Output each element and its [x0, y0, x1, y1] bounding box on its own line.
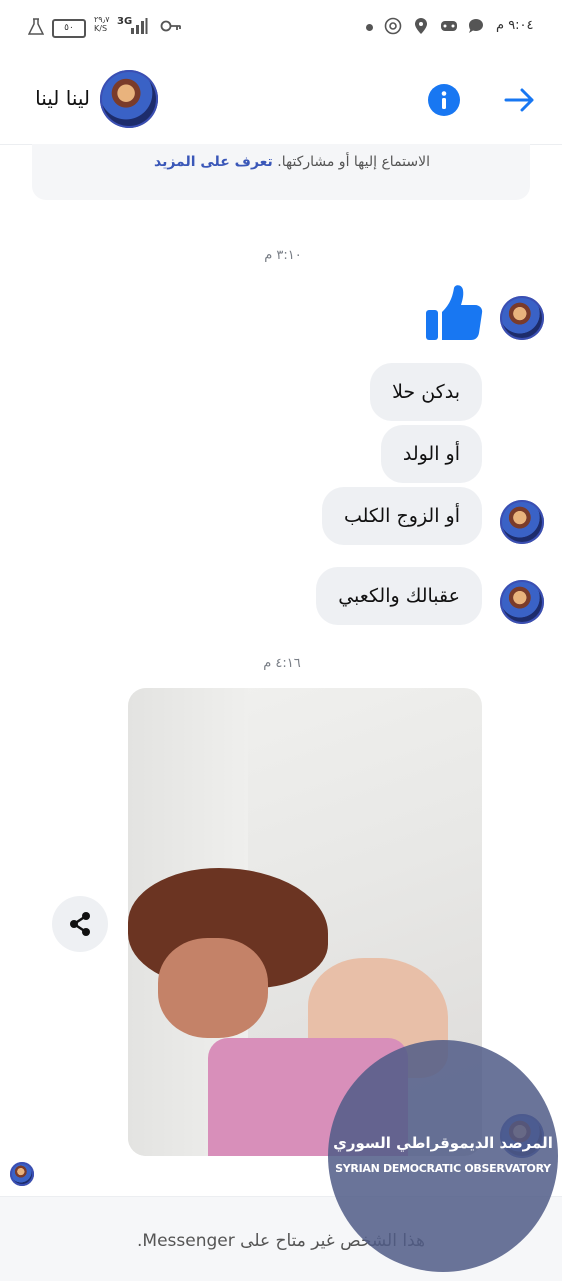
share-button[interactable]	[52, 896, 108, 952]
message-bubble[interactable]: أو الولد	[380, 425, 482, 483]
arrow-right-icon	[504, 88, 534, 112]
notice-text-row: الاستماع إليها أو مشاركتها. تعرف على الم…	[154, 154, 430, 170]
chat-header: لينا لينا	[0, 58, 562, 145]
sender-avatar[interactable]	[500, 296, 544, 340]
chat-bubble-icon	[469, 19, 483, 33]
watermark-arabic: المرصد الديموقراطي السوري	[333, 1134, 553, 1152]
back-button[interactable]	[500, 80, 540, 120]
info-button[interactable]	[428, 84, 460, 116]
thumbs-up-icon[interactable]	[422, 282, 484, 344]
watermark-english: SYRIAN DEMOCRATIC OBSERVATORY	[335, 1162, 551, 1175]
message-bubble[interactable]: عقبالك والكعبي	[316, 567, 482, 625]
message-bubble[interactable]: بدكن حلا	[370, 363, 482, 421]
sender-avatar[interactable]	[500, 500, 544, 544]
battery-icon: ٥٠	[52, 19, 86, 38]
threads-icon	[384, 17, 402, 35]
learn-more-link[interactable]: تعرف على المزيد	[154, 154, 273, 170]
location-icon	[415, 18, 427, 34]
seen-avatar	[10, 1162, 34, 1186]
message-bubble[interactable]: أو الزوج الكلب	[321, 487, 482, 545]
contact-name[interactable]: لينا لينا	[18, 86, 90, 110]
flask-icon	[28, 18, 44, 35]
battery-level: ٥٠	[64, 23, 74, 33]
share-icon	[70, 912, 90, 936]
status-bar: ٩:٠٤ م ٥٠ ٢٩٫٧ K/S 3G	[0, 0, 562, 58]
notice-text: الاستماع إليها أو مشاركتها.	[277, 154, 430, 170]
timestamp: ٤:١٦ م	[263, 656, 301, 671]
status-time: ٩:٠٤ م	[496, 18, 534, 33]
info-notice: الاستماع إليها أو مشاركتها. تعرف على الم…	[32, 144, 530, 200]
contact-avatar[interactable]	[100, 70, 158, 128]
key-icon	[160, 20, 181, 32]
network-speed: ٢٩٫٧ K/S	[94, 15, 110, 33]
signal-icon	[131, 18, 148, 34]
sender-avatar[interactable]	[500, 580, 544, 624]
timestamp: ٣:١٠ م	[264, 248, 302, 263]
info-icon	[441, 91, 447, 109]
photo-face	[158, 938, 268, 1038]
watermark-logo: المرصد الديموقراطي السوري SYRIAN DEMOCRA…	[328, 1040, 558, 1272]
gamepad-icon	[441, 21, 457, 31]
notification-dot-icon	[366, 24, 373, 31]
